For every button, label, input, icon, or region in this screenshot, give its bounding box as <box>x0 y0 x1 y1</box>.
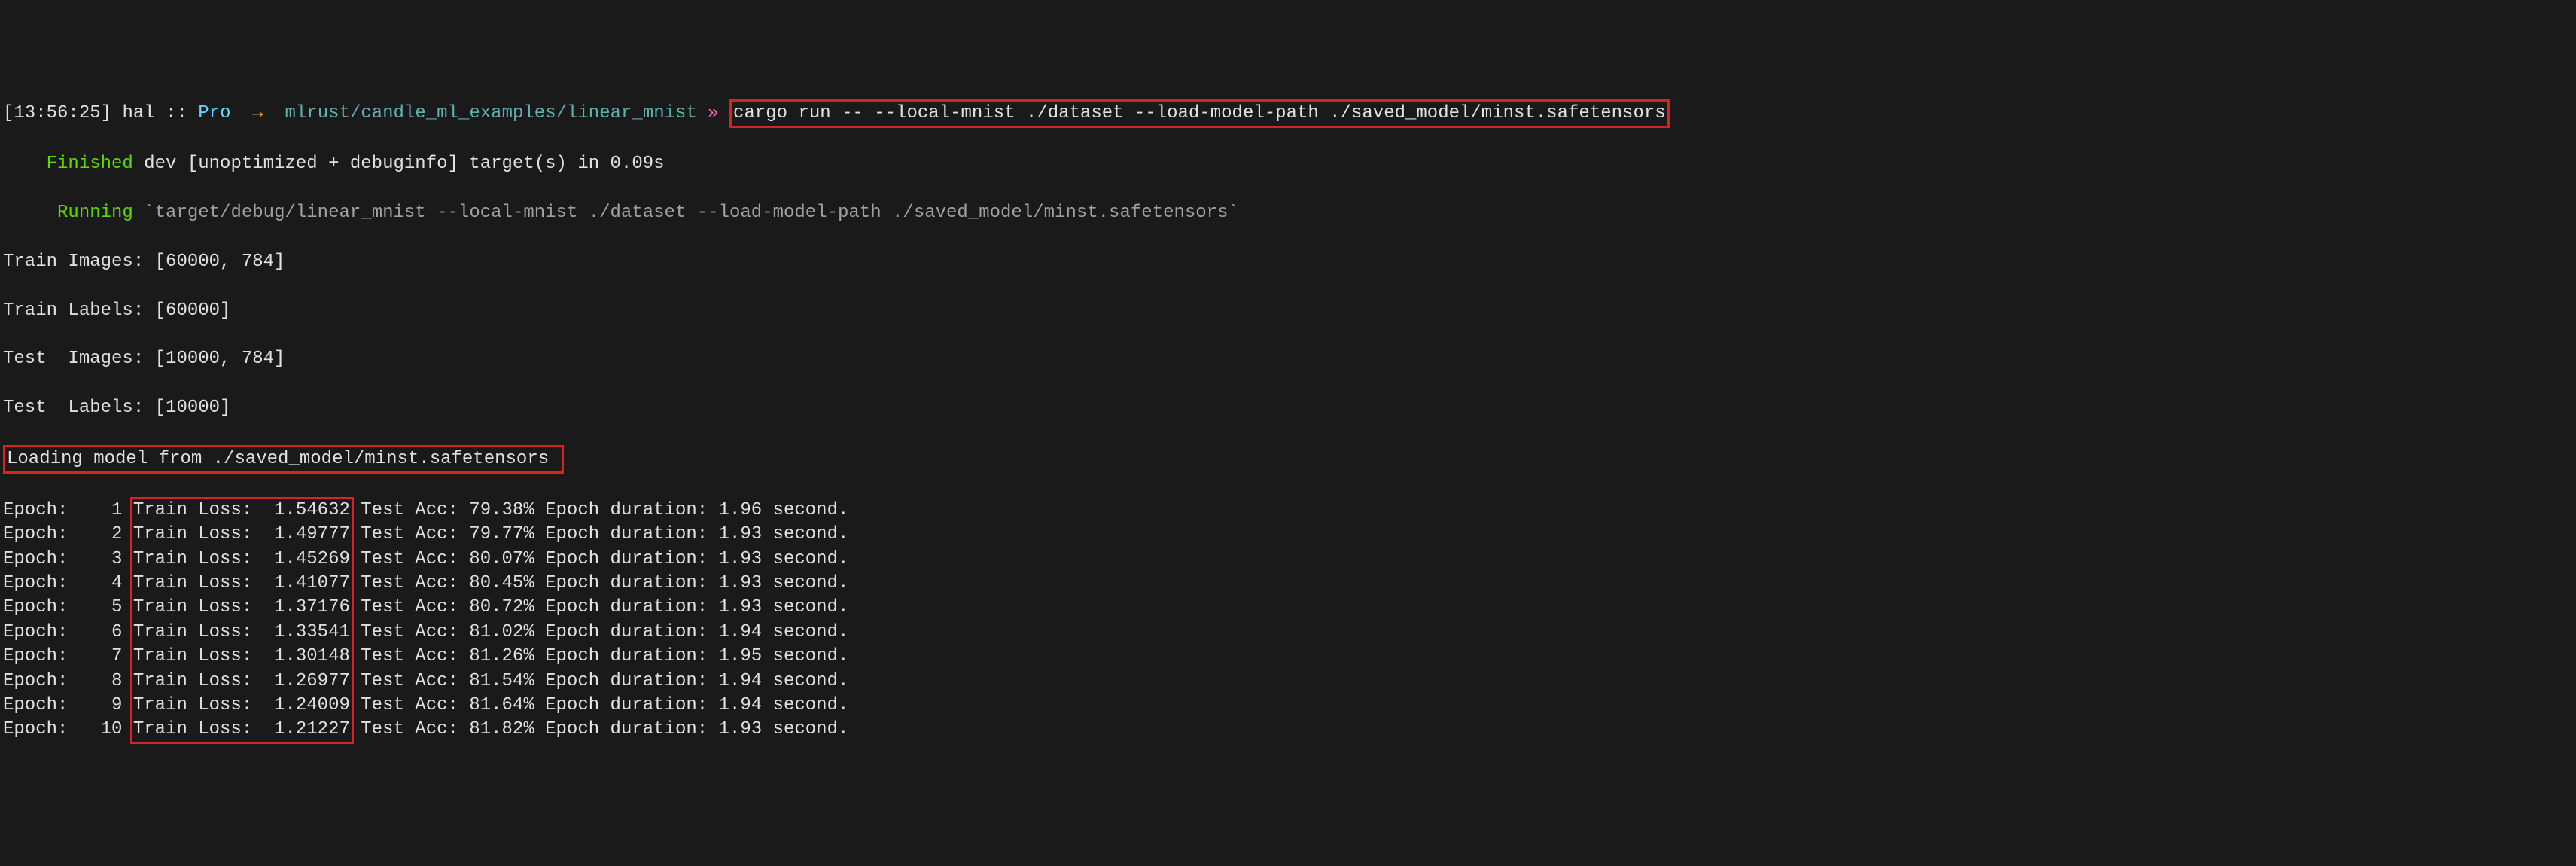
train-loss-cell: Train Loss: 1.26977 <box>133 669 350 694</box>
epoch-number: 6 <box>68 621 122 645</box>
epoch-metrics: Test Acc: 80.45% Epoch duration: 1.93 se… <box>361 572 848 596</box>
epoch-label: Epoch: <box>3 596 68 620</box>
epoch-row: Epoch:5 Train Loss: 1.37176 Test Acc: 80… <box>3 596 2573 620</box>
shape-train-images: Train Images: [60000, 784] <box>3 250 2573 274</box>
epoch-row: Epoch:1 Train Loss: 1.54632 Test Acc: 79… <box>3 499 2573 523</box>
epoch-number: 5 <box>68 596 122 620</box>
command-text: cargo run -- --local-mnist ./dataset --l… <box>733 103 1666 123</box>
epoch-number: 9 <box>68 694 122 718</box>
train-loss-cell: Train Loss: 1.37176 <box>133 596 350 620</box>
epoch-label: Epoch: <box>3 718 68 742</box>
epoch-number: 3 <box>68 547 122 572</box>
epoch-metrics: Test Acc: 79.38% Epoch duration: 1.96 se… <box>361 499 848 523</box>
epoch-row: Epoch:2 Train Loss: 1.49777 Test Acc: 79… <box>3 523 2573 547</box>
epoch-number: 1 <box>68 499 122 523</box>
loading-line: Loading model from ./saved_model/minst.s… <box>3 445 2573 474</box>
prompt-sep: :: <box>166 103 187 123</box>
epoch-metrics: Test Acc: 80.07% Epoch duration: 1.93 se… <box>361 547 848 572</box>
epoch-row: Epoch:9 Train Loss: 1.24009 Test Acc: 81… <box>3 694 2573 718</box>
epoch-metrics: Test Acc: 81.64% Epoch duration: 1.94 se… <box>361 694 848 718</box>
epoch-number: 8 <box>68 669 122 694</box>
epoch-label: Epoch: <box>3 669 68 694</box>
train-loss-cell: Train Loss: 1.41077 <box>133 572 350 596</box>
train-loss-cell: Train Loss: 1.21227 <box>133 718 350 742</box>
epoch-number: 7 <box>68 645 122 669</box>
epoch-label: Epoch: <box>3 645 68 669</box>
epoch-metrics: Test Acc: 81.26% Epoch duration: 1.95 se… <box>361 645 848 669</box>
running-label: Running <box>57 203 133 223</box>
epoch-metrics: Test Acc: 81.02% Epoch duration: 1.94 se… <box>361 621 848 645</box>
train-loss-cell: Train Loss: 1.45269 <box>133 547 350 572</box>
train-loss-cell: Train Loss: 1.30148 <box>133 645 350 669</box>
shape-test-labels: Test Labels: [10000] <box>3 396 2573 420</box>
epoch-metrics: Test Acc: 81.54% Epoch duration: 1.94 se… <box>361 669 848 694</box>
epoch-number: 4 <box>68 572 122 596</box>
loading-highlight: Loading model from ./saved_model/minst.s… <box>3 445 564 474</box>
epoch-label: Epoch: <box>3 694 68 718</box>
epoch-metrics: Test Acc: 79.77% Epoch duration: 1.93 se… <box>361 523 848 547</box>
loading-text: Loading model from ./saved_model/minst.s… <box>7 449 549 469</box>
epoch-row: Epoch:6 Train Loss: 1.33541 Test Acc: 81… <box>3 621 2573 645</box>
epoch-label: Epoch: <box>3 499 68 523</box>
build-running-line: Running `target/debug/linear_mnist --loc… <box>3 201 2573 225</box>
finished-rest: dev [unoptimized + debuginfo] target(s) … <box>133 154 665 174</box>
epoch-label: Epoch: <box>3 523 68 547</box>
epoch-row: Epoch:10 Train Loss: 1.21227 Test Acc: 8… <box>3 718 2573 742</box>
prompt-arrow-icon: → <box>252 103 263 123</box>
prompt-user: hal <box>122 103 154 123</box>
epoch-label: Epoch: <box>3 572 68 596</box>
train-loss-cell: Train Loss: 1.24009 <box>133 694 350 718</box>
build-finished-line: Finished dev [unoptimized + debuginfo] t… <box>3 152 2573 176</box>
epoch-metrics: Test Acc: 81.82% Epoch duration: 1.93 se… <box>361 718 848 742</box>
command-highlight: cargo run -- --local-mnist ./dataset --l… <box>729 99 1670 128</box>
epoch-row: Epoch:4 Train Loss: 1.41077 Test Acc: 80… <box>3 572 2573 596</box>
epoch-table: Epoch:1 Train Loss: 1.54632 Test Acc: 79… <box>3 499 2573 743</box>
prompt-symbol: » <box>708 103 718 123</box>
epoch-number: 2 <box>68 523 122 547</box>
shape-train-labels: Train Labels: [60000] <box>3 299 2573 323</box>
prompt-time: [13:56:25] <box>3 103 111 123</box>
prompt-host: Pro <box>198 103 230 123</box>
shape-test-images: Test Images: [10000, 784] <box>3 347 2573 371</box>
epoch-metrics: Test Acc: 80.72% Epoch duration: 1.93 se… <box>361 596 848 620</box>
train-loss-cell: Train Loss: 1.49777 <box>133 523 350 547</box>
finished-label: Finished <box>47 154 133 174</box>
epoch-row: Epoch:7 Train Loss: 1.30148 Test Acc: 81… <box>3 645 2573 669</box>
train-loss-cell: Train Loss: 1.54632 <box>133 499 350 523</box>
prompt-line[interactable]: [13:56:25] hal :: Pro → mlrust/candle_ml… <box>3 99 2573 128</box>
epoch-number: 10 <box>68 718 122 742</box>
running-rest: `target/debug/linear_mnist --local-mnist… <box>133 203 1239 223</box>
train-loss-cell: Train Loss: 1.33541 <box>133 621 350 645</box>
epoch-label: Epoch: <box>3 621 68 645</box>
epoch-row: Epoch:3 Train Loss: 1.45269 Test Acc: 80… <box>3 547 2573 572</box>
epoch-row: Epoch:8 Train Loss: 1.26977 Test Acc: 81… <box>3 669 2573 694</box>
prompt-path: mlrust/candle_ml_examples/linear_mnist <box>285 103 697 123</box>
epoch-label: Epoch: <box>3 547 68 572</box>
